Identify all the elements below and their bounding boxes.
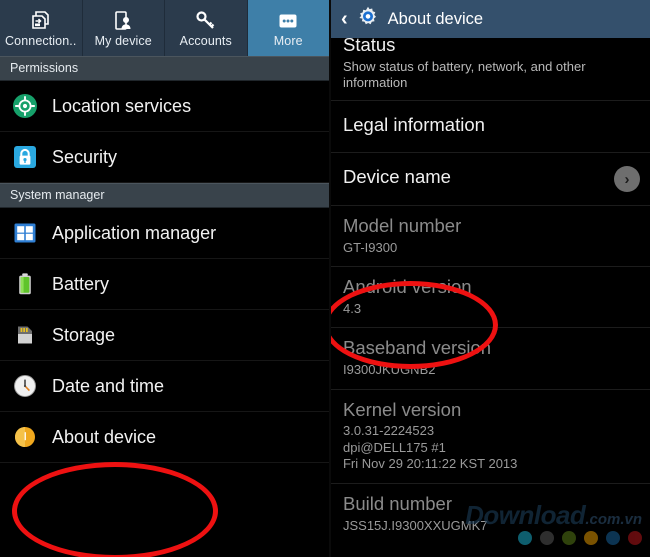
watermark-dot-5 — [606, 531, 620, 545]
about-row-status-subtitle: Show status of battery, network, and oth… — [342, 58, 586, 91]
about-row-baseband-version: Baseband version I9300JKUGNB2 — [330, 328, 650, 390]
about-row-kernel-version: Kernel version 3.0.31-2224523 dpi@DELL17… — [330, 390, 650, 484]
my-device-icon — [111, 9, 135, 33]
tab-accounts-label: Accounts — [179, 33, 232, 48]
settings-tab-bar: Connection.. My device Accounts More — [0, 0, 329, 56]
watermark-dots — [518, 531, 642, 545]
about-device-icon — [10, 422, 40, 452]
storage-sdcard-icon — [10, 320, 40, 350]
sidebar-item-storage-label: Storage — [52, 324, 116, 345]
watermark-main: Download — [465, 500, 586, 530]
about-device-header: ‹ About device — [330, 0, 650, 38]
sidebar-item-location-services[interactable]: Location services — [0, 81, 329, 132]
sidebar-item-battery[interactable]: Battery — [0, 259, 329, 310]
sidebar-item-location-services-label: Location services — [52, 95, 192, 116]
sidebar-item-security-label: Security — [52, 146, 118, 167]
section-header-system-manager: System manager — [0, 183, 329, 208]
sidebar-item-about-device[interactable]: About device — [0, 412, 329, 463]
watermark-dot-1 — [518, 531, 532, 545]
about-row-model-number: Model number GT-I9300 — [330, 206, 650, 268]
about-row-baseband-version-value: I9300JKUGNB2 — [342, 361, 436, 377]
section-header-permissions: Permissions — [0, 56, 329, 81]
tab-my-device-label: My device — [94, 33, 152, 48]
sidebar-item-application-manager-label: Application manager — [52, 222, 217, 243]
sidebar-item-storage[interactable]: Storage — [0, 310, 329, 361]
about-row-android-version-value: 4.3 — [342, 300, 362, 316]
sidebar-item-battery-label: Battery — [52, 273, 110, 294]
sidebar-item-about-device-label: About device — [52, 426, 157, 447]
tab-more[interactable]: More — [247, 0, 329, 56]
tab-connections[interactable]: Connection.. — [0, 0, 83, 56]
more-dots-icon — [276, 9, 300, 33]
tab-connections-label: Connection.. — [5, 33, 77, 48]
watermark-dot-2 — [540, 531, 554, 545]
tab-my-device[interactable]: My device — [82, 0, 165, 56]
location-services-icon — [10, 91, 40, 121]
about-row-kernel-version-title: Kernel version — [342, 398, 462, 420]
about-row-status[interactable]: Status Show status of battery, network, … — [330, 34, 650, 101]
tab-accounts[interactable]: Accounts — [165, 0, 248, 56]
sidebar-item-security[interactable]: Security — [0, 132, 329, 183]
settings-gear-icon — [356, 5, 380, 34]
tab-more-label: More — [273, 33, 303, 48]
about-device-panel: ‹ About device Status Show status of bat… — [330, 0, 650, 557]
about-row-legal-information-title: Legal information — [342, 113, 485, 135]
about-row-kernel-version-value: 3.0.31-2224523 dpi@DELL175 #1 Fri Nov 29… — [342, 423, 518, 472]
about-device-title: About device — [387, 9, 484, 28]
sidebar-item-application-manager[interactable]: Application manager — [0, 208, 329, 259]
connections-icon — [29, 9, 53, 33]
clock-icon — [10, 371, 40, 401]
about-row-device-name-title: Device name — [342, 166, 451, 188]
about-row-model-number-title: Model number — [342, 214, 462, 236]
sidebar-item-date-and-time-label: Date and time — [52, 375, 165, 396]
security-lock-icon — [10, 142, 40, 172]
about-row-android-version-title: Android version — [342, 276, 472, 298]
about-row-model-number-value: GT-I9300 — [342, 239, 398, 255]
about-row-status-title: Status — [342, 34, 396, 55]
accounts-key-icon — [194, 9, 218, 33]
back-chevron-icon[interactable]: ‹ — [341, 9, 348, 29]
settings-list-panel: Connection.. My device Accounts More Per… — [0, 0, 331, 557]
about-row-baseband-version-title: Baseband version — [342, 337, 492, 359]
application-manager-icon — [10, 218, 40, 248]
watermark-dot-4 — [584, 531, 598, 545]
watermark-dot-6 — [628, 531, 642, 545]
sidebar-item-date-and-time[interactable]: Date and time — [0, 361, 329, 412]
about-row-legal-information[interactable]: Legal information — [330, 101, 650, 154]
watermark-suffix: .com.vn — [585, 511, 642, 528]
screenshot-root: Connection.. My device Accounts More Per… — [0, 0, 650, 557]
watermark: Download .com.vn — [465, 500, 642, 531]
about-device-highlight — [12, 462, 218, 557]
battery-icon — [10, 269, 40, 299]
about-row-device-name[interactable]: Device name › — [330, 153, 650, 206]
watermark-dot-3 — [562, 531, 576, 545]
about-row-android-version: Android version 4.3 — [330, 267, 650, 329]
device-name-chevron-icon[interactable]: › — [614, 166, 640, 193]
